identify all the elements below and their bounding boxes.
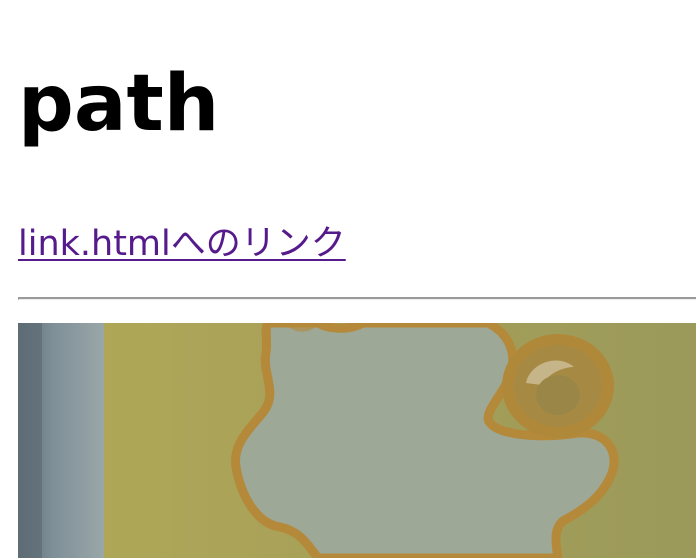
creature-pupil bbox=[536, 375, 580, 415]
horizontal-rule bbox=[18, 297, 696, 300]
photo-left-edge bbox=[18, 323, 42, 558]
photo-illustration bbox=[18, 323, 696, 558]
link-to-link-html[interactable]: link.htmlへのリンク bbox=[18, 224, 346, 264]
page-title: path bbox=[18, 59, 220, 149]
link-paragraph: link.htmlへのリンク bbox=[18, 219, 346, 269]
photo-image bbox=[18, 323, 696, 558]
